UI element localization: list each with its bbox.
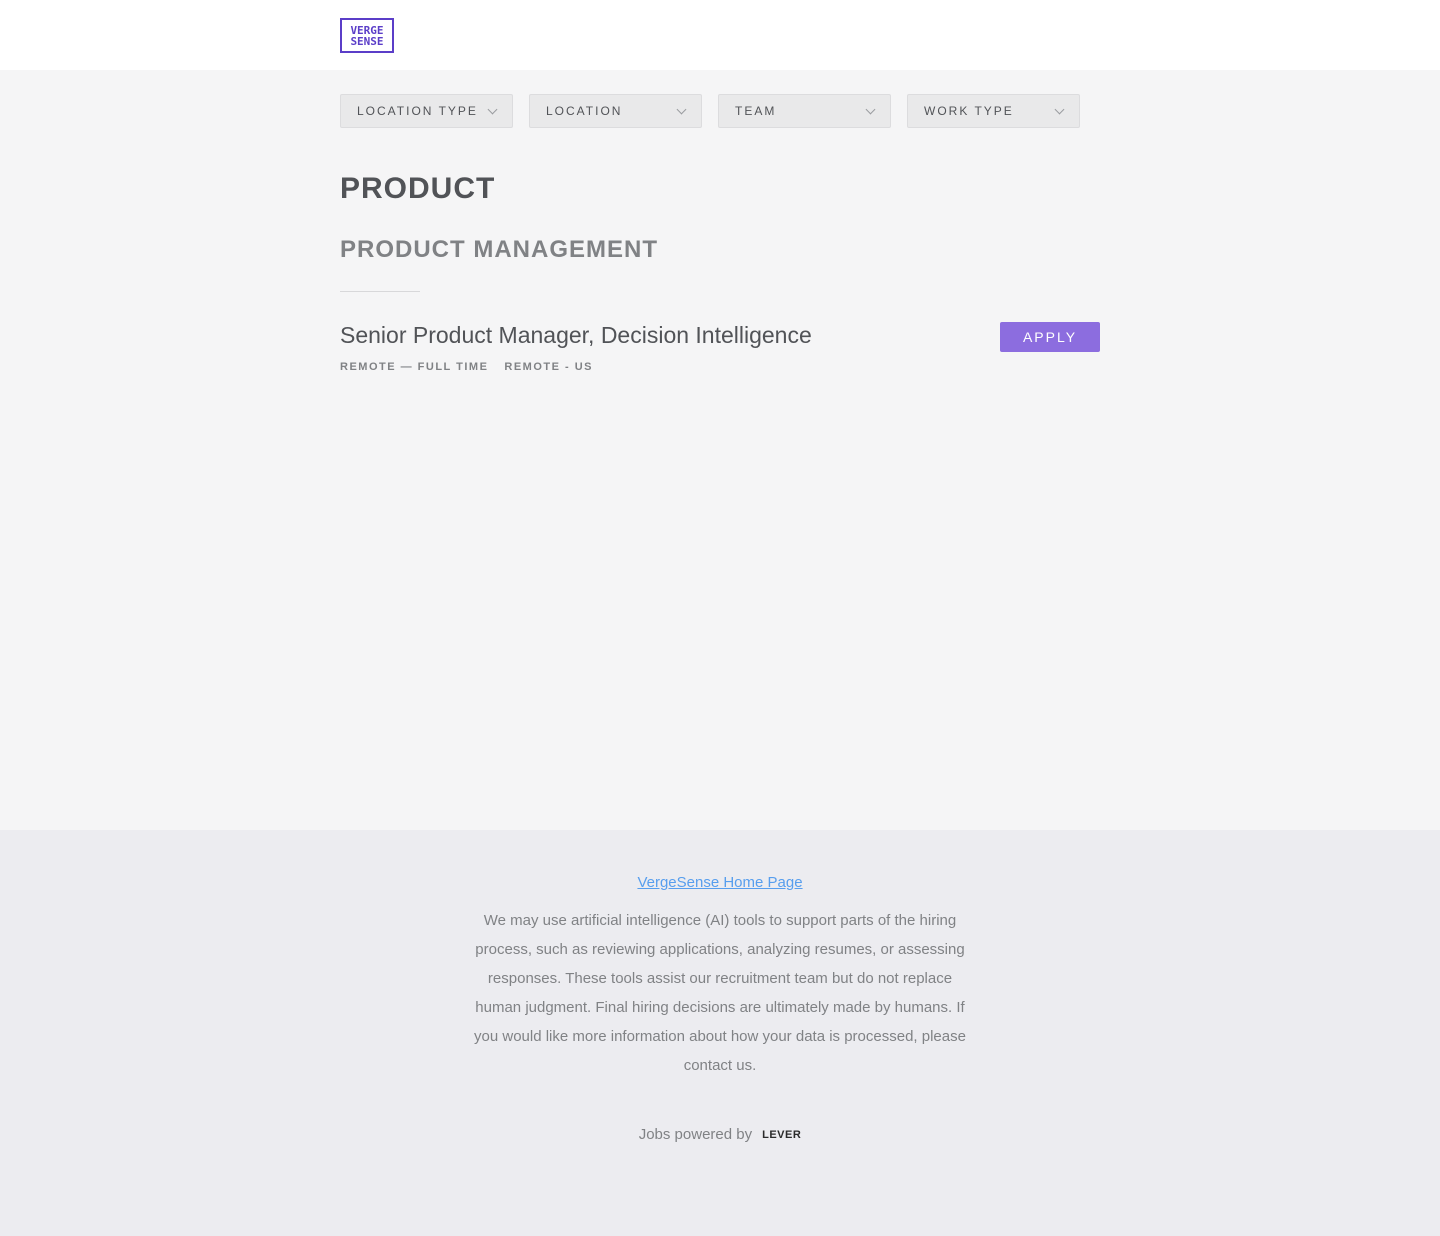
subgroup-title: PRODUCT MANAGEMENT [340, 236, 658, 263]
filter-location-type[interactable]: LOCATION TYPE [340, 94, 513, 128]
chevron-down-icon [865, 104, 876, 114]
group-title: PRODUCT [340, 172, 496, 205]
filter-bar: LOCATION TYPE LOCATION TEAM WORK TYPE [340, 94, 1080, 128]
filter-label: LOCATION TYPE [357, 104, 478, 118]
apply-button[interactable]: APPLY [1000, 322, 1100, 352]
posting-commitment: REMOTE — FULL TIME [340, 361, 489, 373]
logo-line-1: VERGE [350, 23, 384, 37]
filter-label: TEAM [735, 104, 777, 118]
powered-by: Jobs powered by LEVER [0, 1126, 1440, 1143]
home-page-link[interactable]: VergeSense Home Page [637, 874, 802, 891]
ai-disclaimer: We may use artificial intelligence (AI) … [474, 912, 966, 1074]
chevron-down-icon [676, 104, 687, 114]
posting-title-link[interactable]: Senior Product Manager, Decision Intelli… [340, 322, 1100, 349]
logo-line-2: SENSE [350, 34, 384, 48]
filter-label: LOCATION [546, 104, 623, 118]
vergesense-logo[interactable]: VERGE SENSE [340, 18, 394, 53]
posting-meta: REMOTE — FULL TIME REMOTE - US [340, 361, 1100, 373]
lever-logo[interactable]: LEVER [762, 1129, 801, 1141]
divider [340, 291, 420, 292]
filter-team[interactable]: TEAM [718, 94, 891, 128]
footer-link-wrap: VergeSense Home Page [0, 874, 1440, 892]
filter-label: WORK TYPE [924, 104, 1014, 118]
posting-location: REMOTE - US [504, 361, 594, 373]
job-posting: Senior Product Manager, Decision Intelli… [340, 322, 1100, 373]
filter-work-type[interactable]: WORK TYPE [907, 94, 1080, 128]
footer: VergeSense Home Page We may use artifici… [0, 830, 1440, 1236]
powered-by-text: Jobs powered by [638, 1126, 753, 1143]
main-content: LOCATION TYPE LOCATION TEAM WORK TYPE PR… [0, 70, 1440, 830]
chevron-down-icon [1054, 104, 1065, 114]
top-bar: VERGE SENSE [0, 0, 1440, 70]
chevron-down-icon [487, 104, 498, 114]
filter-location[interactable]: LOCATION [529, 94, 702, 128]
